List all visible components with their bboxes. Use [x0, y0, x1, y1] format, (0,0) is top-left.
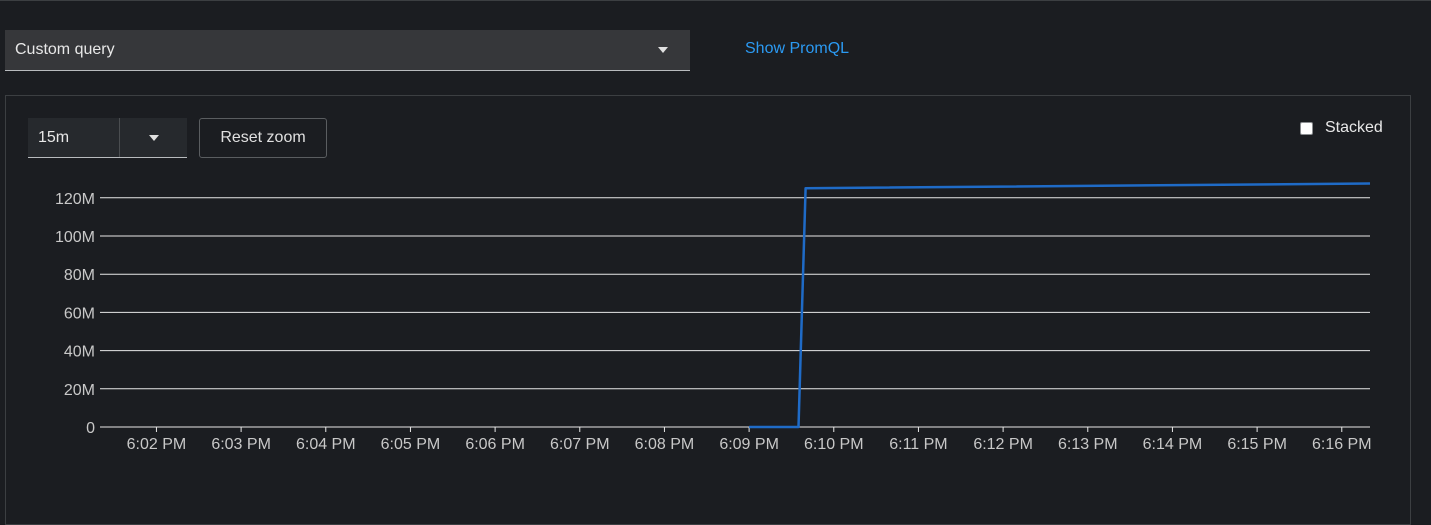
y-tick-label: 100M: [55, 229, 95, 246]
x-tick-label: 6:09 PM: [719, 436, 779, 453]
x-tick-label: 6:07 PM: [550, 436, 610, 453]
y-tick-label: 20M: [64, 382, 95, 399]
x-tick-label: 6:15 PM: [1227, 436, 1287, 453]
y-tick-label: 60M: [64, 305, 95, 322]
x-tick-label: 6:14 PM: [1143, 436, 1203, 453]
y-tick-label: 40M: [64, 344, 95, 361]
x-tick-label: 6:03 PM: [211, 436, 271, 453]
x-tick-label: 6:08 PM: [635, 436, 695, 453]
y-tick-label: 0: [86, 420, 95, 437]
y-tick-label: 120M: [55, 191, 95, 208]
x-tick-label: 6:16 PM: [1312, 436, 1372, 453]
x-tick-label: 6:13 PM: [1058, 436, 1118, 453]
series-line[interactable]: [749, 182, 1371, 429]
x-tick-label: 6:12 PM: [973, 436, 1033, 453]
x-tick-label: 6:06 PM: [465, 436, 525, 453]
x-tick-label: 6:04 PM: [296, 436, 356, 453]
y-tick-label: 80M: [64, 267, 95, 284]
x-tick-label: 6:05 PM: [381, 436, 441, 453]
x-tick-label: 6:10 PM: [804, 436, 864, 453]
x-tick-label: 6:11 PM: [889, 436, 947, 453]
x-tick-label: 6:02 PM: [127, 436, 187, 453]
line-chart[interactable]: 0 20M 40M 60M 80M 100M 120M 6:02 PM 6:03 PM 6:04 …: [0, 0, 1431, 511]
